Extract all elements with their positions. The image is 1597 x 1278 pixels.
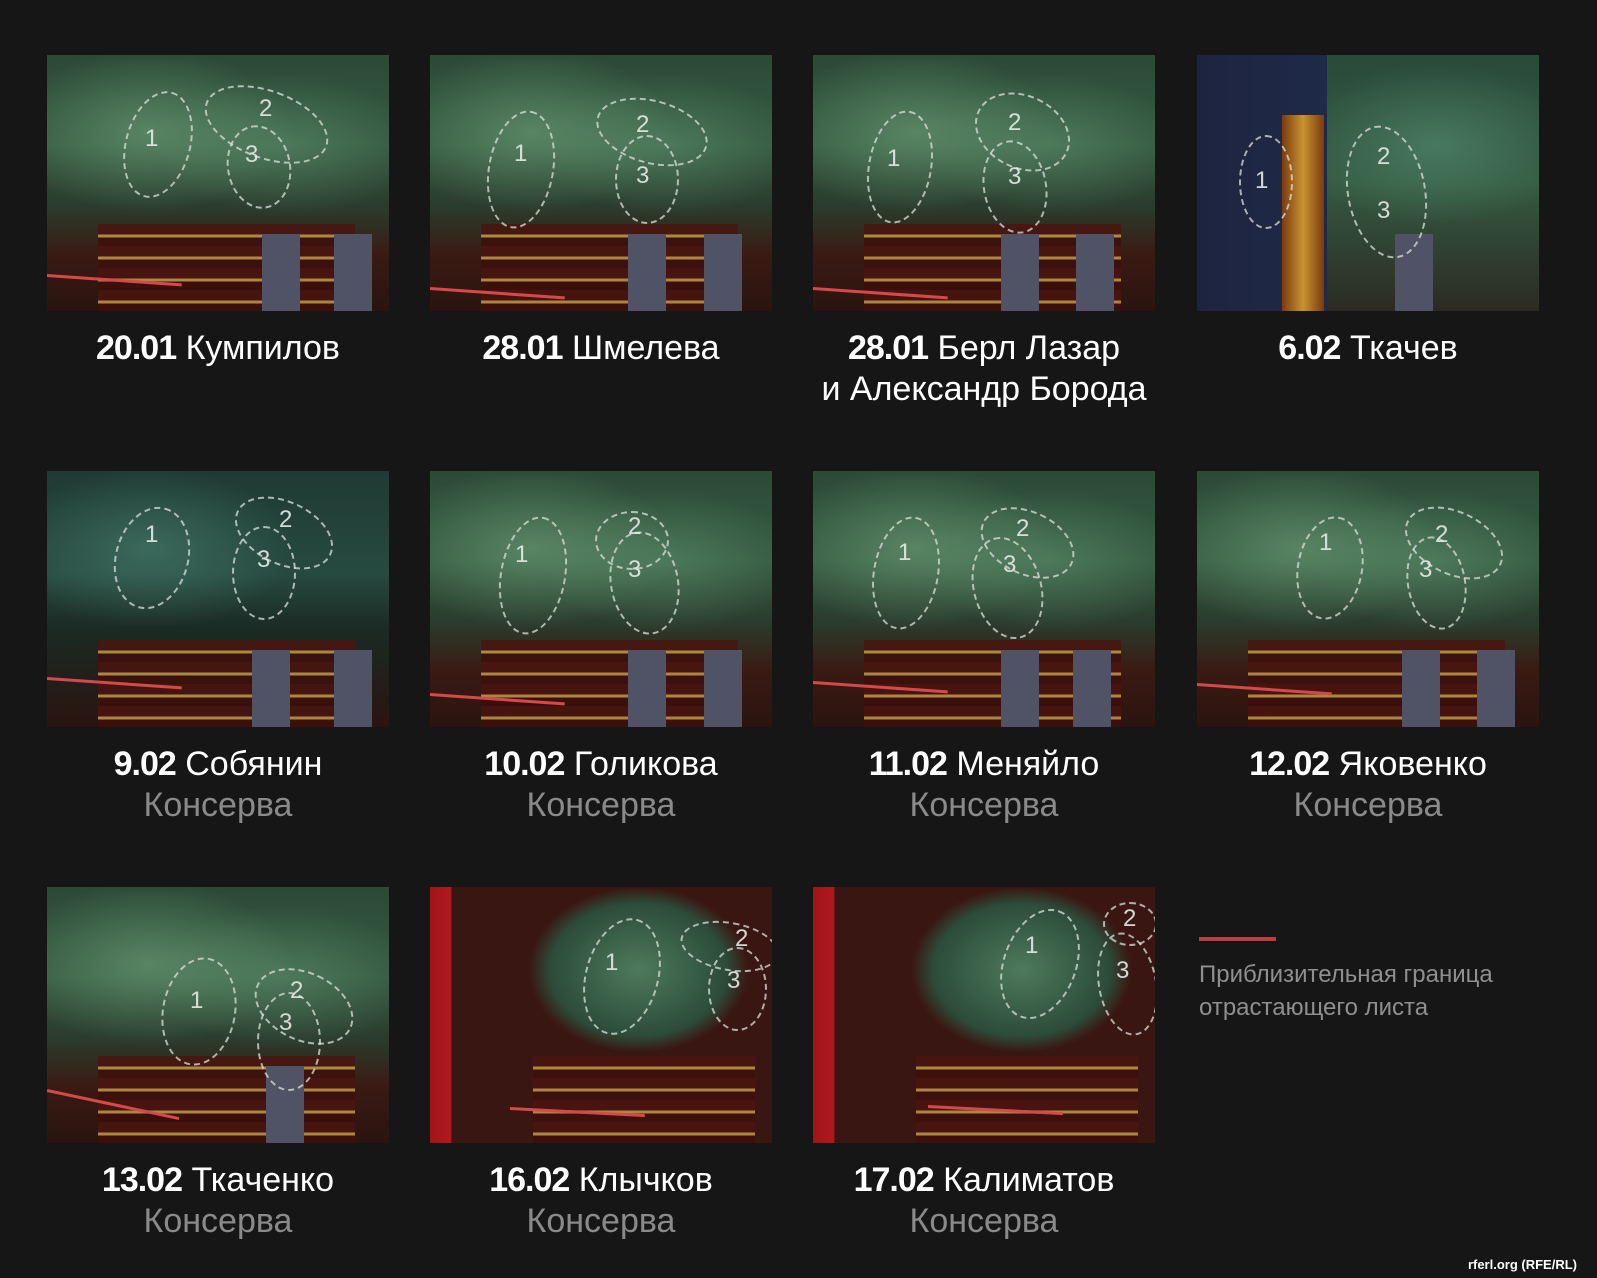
person-name: Ткаченко (191, 1161, 335, 1199)
leaf-label-1: 1 (145, 521, 159, 548)
caption: 6.02 Ткачев (1197, 328, 1539, 369)
date: 9.02 (113, 745, 177, 783)
plant-photo: 1 2 3 (47, 887, 389, 1143)
plant-photo: 1 2 3 (813, 55, 1155, 311)
caption: 28.01 Берл Лазар и Александр Борода (813, 328, 1155, 410)
leaf-label-2: 2 (279, 506, 293, 533)
leaf-label-2: 2 (1016, 515, 1030, 542)
plant-photo: 1 2 3 (430, 55, 772, 311)
plant-photo: 1 2 3 (813, 887, 1155, 1143)
leaf-label-3: 3 (727, 967, 741, 994)
conserve-label: Консерва (909, 1202, 1059, 1240)
leaf-label-2: 2 (1008, 109, 1022, 136)
leaf-label-3: 3 (245, 141, 259, 168)
leaf-label-3: 3 (257, 546, 271, 573)
leaf-label-2: 2 (1123, 905, 1137, 932)
plant-photo: 1 2 3 (430, 887, 772, 1143)
caption: 13.02 Ткаченко Консерва (47, 1160, 389, 1242)
leaf-label-2: 2 (636, 111, 650, 138)
caption: 9.02 Собянин Консерва (47, 744, 389, 826)
leaf-label-3: 3 (1419, 556, 1433, 583)
plant-photo: 1 2 3 (47, 471, 389, 727)
person-name: Ткачев (1349, 329, 1458, 367)
caption: 10.02 Голикова Консерва (430, 744, 772, 826)
person-name: Голикова (573, 745, 718, 783)
plant-photo: 1 2 3 (430, 471, 772, 727)
legend-text: Приблизительная граница отрастающего лис… (1199, 961, 1493, 1021)
person-name: Меняйло (956, 745, 1100, 783)
date: 11.02 (868, 745, 948, 783)
conserve-label: Консерва (1293, 786, 1443, 824)
conserve-label: Консерва (143, 786, 293, 824)
date: 28.01 (482, 329, 563, 367)
leaf-label-3: 3 (628, 556, 642, 583)
person-name: Собянин (185, 745, 323, 783)
leaf-label-1: 1 (887, 145, 901, 172)
leaf-label-1: 1 (145, 125, 159, 152)
plant-photo: 1 2 3 (1197, 471, 1539, 727)
leaf-label-2: 2 (628, 513, 642, 540)
caption: 11.02 Меняйло Консерва (813, 744, 1155, 826)
conserve-label: Консерва (526, 1202, 676, 1240)
caption: 17.02 Калиматов Консерва (813, 1160, 1155, 1242)
legend-line-swatch (1199, 937, 1276, 941)
leaf-label-3: 3 (279, 1009, 293, 1036)
leaf-label-1: 1 (190, 987, 204, 1014)
person-name: Шмелева (571, 329, 720, 367)
person-name: Яковенко (1338, 745, 1487, 783)
plant-photo: 1 2 3 (1197, 55, 1539, 311)
leaf-label-1: 1 (1025, 932, 1039, 959)
leaf-label-1: 1 (898, 539, 912, 566)
person-name: Калиматов (943, 1161, 1115, 1199)
leaf-label-3: 3 (1008, 163, 1022, 190)
date: 17.02 (853, 1161, 935, 1199)
leaf-label-3: 3 (1377, 197, 1391, 224)
leaf-label-2: 2 (735, 925, 749, 952)
leaf-label-1: 1 (514, 140, 528, 167)
caption: 12.02 Яковенко Консерва (1197, 744, 1539, 826)
plant-photo: 1 2 3 (47, 55, 389, 311)
leaf-label-2: 2 (259, 95, 273, 122)
date: 6.02 (1278, 329, 1341, 367)
leaf-label-1: 1 (515, 541, 529, 568)
date: 20.01 (96, 329, 177, 367)
leaf-label-1: 1 (1319, 529, 1333, 556)
leaf-label-2: 2 (1377, 143, 1391, 170)
leaf-label-1: 1 (1255, 167, 1269, 194)
date: 13.02 (101, 1161, 183, 1199)
leaf-label-3: 3 (636, 162, 650, 189)
credit: rferl.org (RFE/RL) (1467, 1257, 1577, 1272)
leaf-label-2: 2 (290, 977, 304, 1004)
conserve-label: Консерва (143, 1202, 293, 1240)
conserve-label: Консерва (909, 786, 1059, 824)
person-name-line2: и Александр Борода (821, 370, 1147, 408)
leaf-label-2: 2 (1435, 521, 1449, 548)
date: 16.02 (489, 1161, 570, 1199)
date: 28.01 (847, 329, 929, 367)
caption: 20.01 Кумпилов (47, 328, 389, 369)
leaf-label-3: 3 (1116, 957, 1130, 984)
conserve-label: Консерва (526, 786, 676, 824)
date: 12.02 (1249, 745, 1330, 783)
caption: 28.01 Шмелева (430, 328, 772, 369)
person-name: Берл Лазар (937, 329, 1121, 367)
leaf-label-1: 1 (605, 949, 619, 976)
plant-photo: 1 2 3 (813, 471, 1155, 727)
person-name: Клычков (578, 1161, 713, 1199)
leaf-label-3: 3 (1003, 551, 1017, 578)
caption: 16.02 Клычков Консерва (430, 1160, 772, 1242)
person-name: Кумпилов (185, 329, 340, 367)
date: 10.02 (484, 745, 565, 783)
